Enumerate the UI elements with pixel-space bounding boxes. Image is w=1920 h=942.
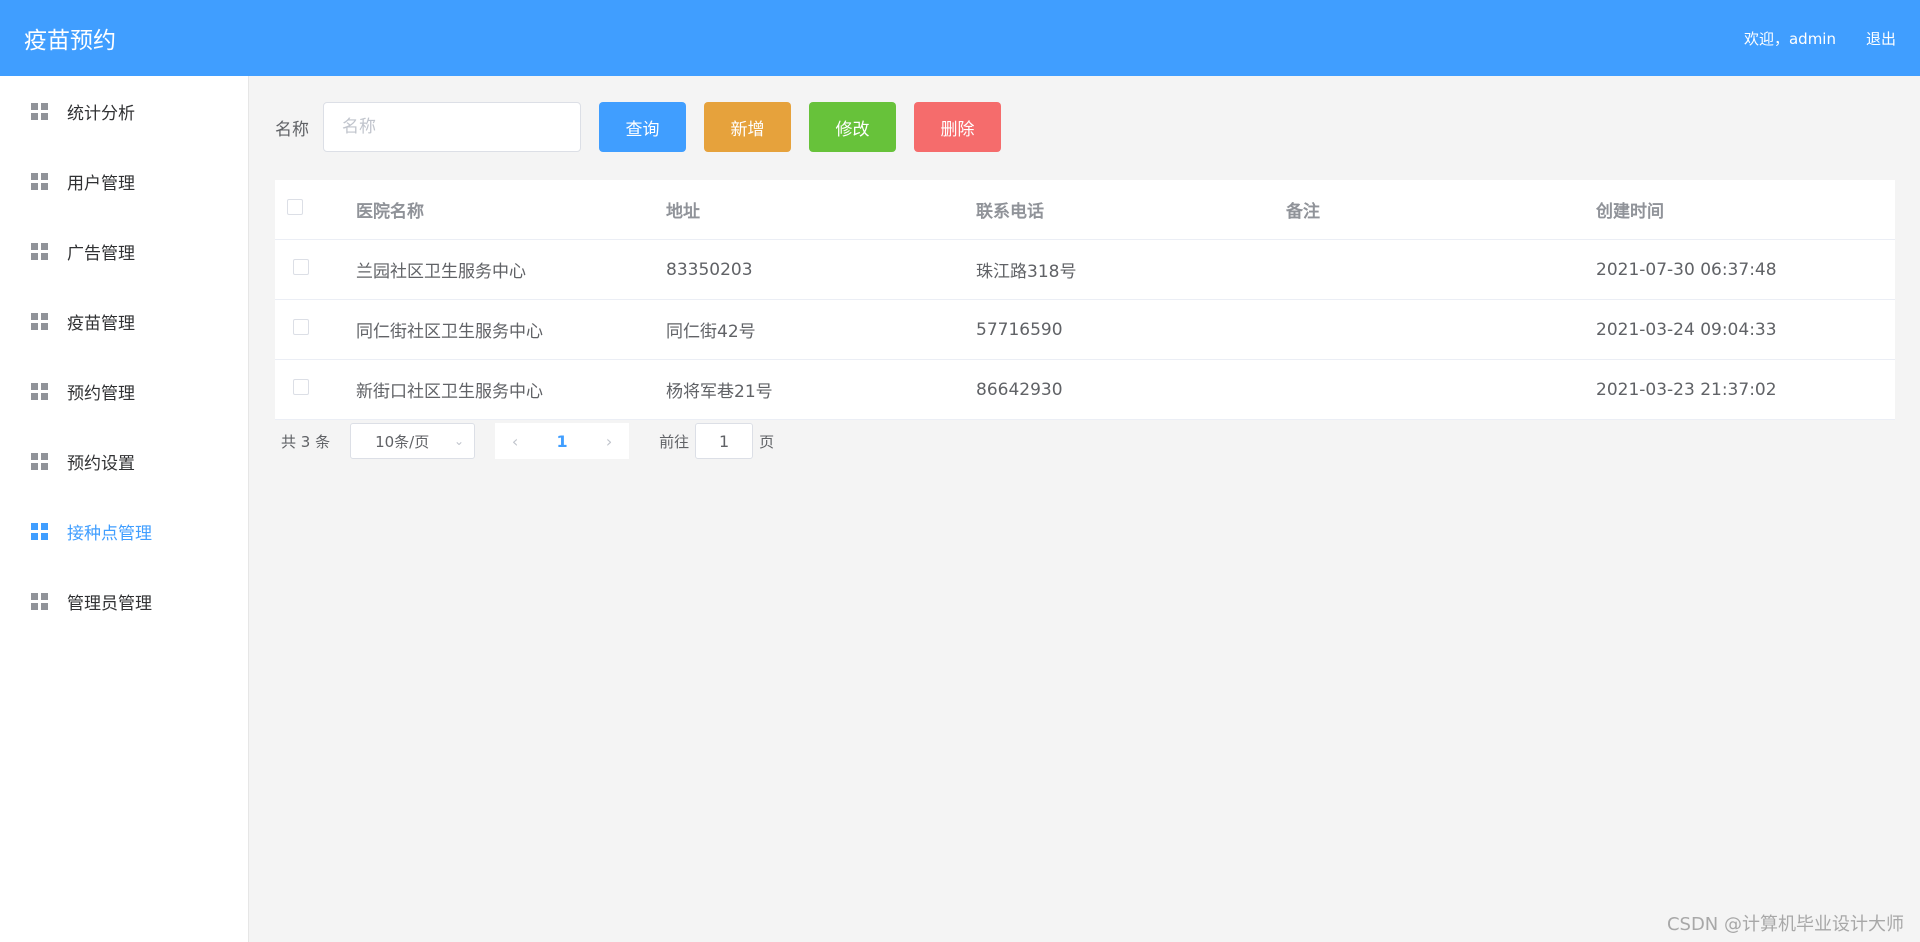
sidebar-item-appointment-settings[interactable]: 预约设置 bbox=[0, 426, 248, 496]
table-cell: 57716590 bbox=[976, 319, 1063, 340]
total-count: 共 3 条 bbox=[281, 432, 331, 451]
sidebar-item-ads[interactable]: 广告管理 bbox=[0, 216, 248, 286]
table-row[interactable]: 新街口社区卫生服务中心 杨将军巷21号 86642930 2021-03-23 … bbox=[275, 360, 1895, 420]
goto-prefix: 前往 bbox=[659, 432, 690, 451]
table-cell: 兰园社区卫生服务中心 bbox=[356, 262, 526, 282]
grid-icon bbox=[31, 312, 48, 330]
column-header[interactable]: 地址 bbox=[666, 197, 976, 222]
page-size-value: 10条/页 bbox=[375, 432, 430, 451]
header-checkbox-cell bbox=[275, 199, 356, 220]
pagination: 共 3 条 10条/页 ⌄ ‹ 1 › 前往 页 bbox=[275, 423, 1894, 459]
goto-page: 前往 页 bbox=[659, 423, 774, 459]
sidebar-item-label: 预约设置 bbox=[67, 453, 135, 474]
grid-icon bbox=[31, 172, 48, 190]
table-cell: 杨将军巷21号 bbox=[666, 382, 773, 402]
query-button[interactable]: 查询 bbox=[599, 102, 686, 152]
add-button[interactable]: 新增 bbox=[704, 102, 791, 152]
search-toolbar: 名称 查询 新增 修改 删除 bbox=[275, 102, 1894, 152]
logout-link[interactable]: 退出 bbox=[1866, 28, 1896, 49]
goto-suffix: 页 bbox=[759, 432, 775, 451]
main-content: 名称 查询 新增 修改 删除 医院名称 地址 联系电话 备注 创建时间 兰园社区… bbox=[250, 76, 1920, 942]
table-header-row: 医院名称 地址 联系电话 备注 创建时间 bbox=[275, 180, 1895, 240]
grid-icon bbox=[31, 592, 48, 610]
app-title: 疫苗预约 bbox=[24, 28, 116, 54]
row-checkbox[interactable] bbox=[293, 379, 309, 395]
table-row[interactable]: 兰园社区卫生服务中心 83350203 珠江路318号 2021-07-30 0… bbox=[275, 240, 1895, 300]
top-header: 疫苗预约 欢迎，admin 退出 bbox=[0, 0, 1920, 76]
sidebar-item-label: 统计分析 bbox=[67, 103, 135, 124]
column-header[interactable]: 医院名称 bbox=[356, 197, 666, 222]
name-label: 名称 bbox=[275, 119, 309, 140]
sidebar-item-admins[interactable]: 管理员管理 bbox=[0, 566, 248, 636]
delete-button[interactable]: 删除 bbox=[914, 102, 1001, 152]
page-number[interactable]: 1 bbox=[535, 423, 589, 459]
page-navigator: ‹ 1 › bbox=[495, 423, 630, 459]
sidebar-item-label: 预约管理 bbox=[67, 383, 135, 404]
sidebar-item-label: 接种点管理 bbox=[67, 523, 152, 544]
sidebar-item-appointments[interactable]: 预约管理 bbox=[0, 356, 248, 426]
chevron-left-icon[interactable]: ‹ bbox=[495, 423, 535, 459]
table-row[interactable]: 同仁街社区卫生服务中心 同仁街42号 57716590 2021-03-24 0… bbox=[275, 300, 1895, 360]
goto-page-input[interactable] bbox=[695, 423, 754, 459]
row-checkbox-cell bbox=[275, 259, 356, 280]
table-cell: 86642930 bbox=[976, 379, 1063, 400]
sites-table: 医院名称 地址 联系电话 备注 创建时间 兰园社区卫生服务中心 83350203… bbox=[275, 180, 1895, 420]
table-cell: 珠江路318号 bbox=[976, 262, 1077, 282]
row-checkbox-cell bbox=[275, 379, 356, 400]
sidebar-item-label: 管理员管理 bbox=[67, 593, 152, 614]
table-cell: 83350203 bbox=[666, 259, 753, 280]
sidebar-item-label: 用户管理 bbox=[67, 173, 135, 194]
row-checkbox[interactable] bbox=[293, 319, 309, 335]
sidebar: 统计分析 用户管理 广告管理 疫苗管理 预约管理 预约设置 接种点管理 管理员管… bbox=[0, 76, 249, 942]
grid-icon bbox=[31, 242, 48, 260]
chevron-down-icon: ⌄ bbox=[454, 434, 465, 448]
column-header[interactable]: 联系电话 bbox=[976, 197, 1286, 222]
chevron-right-icon[interactable]: › bbox=[589, 423, 629, 459]
grid-icon bbox=[31, 452, 48, 470]
sidebar-item-statistics[interactable]: 统计分析 bbox=[0, 76, 248, 146]
sidebar-item-vaccines[interactable]: 疫苗管理 bbox=[0, 286, 248, 356]
sidebar-item-label: 疫苗管理 bbox=[67, 313, 135, 334]
row-checkbox-cell bbox=[275, 319, 356, 340]
watermark: CSDN @计算机毕业设计大师 bbox=[1666, 914, 1904, 935]
sidebar-item-users[interactable]: 用户管理 bbox=[0, 146, 248, 216]
header-user-area: 欢迎，admin 退出 bbox=[1744, 28, 1896, 49]
grid-icon bbox=[31, 102, 48, 120]
column-header[interactable]: 创建时间 bbox=[1596, 197, 1895, 222]
table-cell: 同仁街42号 bbox=[666, 322, 756, 342]
edit-button[interactable]: 修改 bbox=[809, 102, 896, 152]
table-cell: 同仁街社区卫生服务中心 bbox=[356, 322, 543, 342]
sidebar-item-label: 广告管理 bbox=[67, 243, 135, 264]
page-size-select[interactable]: 10条/页 ⌄ bbox=[350, 423, 476, 459]
welcome-text: 欢迎，admin bbox=[1743, 29, 1836, 48]
grid-icon bbox=[31, 522, 48, 540]
table-cell: 2021-03-24 09:04:33 bbox=[1596, 319, 1777, 340]
grid-icon bbox=[31, 382, 48, 400]
select-all-checkbox[interactable] bbox=[287, 199, 303, 215]
table-cell: 新街口社区卫生服务中心 bbox=[356, 382, 543, 402]
table-cell: 2021-07-30 06:37:48 bbox=[1596, 259, 1777, 280]
column-header[interactable]: 备注 bbox=[1286, 197, 1596, 222]
name-search-input[interactable] bbox=[323, 102, 581, 152]
table-cell: 2021-03-23 21:37:02 bbox=[1596, 379, 1777, 400]
row-checkbox[interactable] bbox=[293, 259, 309, 275]
sidebar-item-vaccination-sites[interactable]: 接种点管理 bbox=[0, 496, 248, 566]
